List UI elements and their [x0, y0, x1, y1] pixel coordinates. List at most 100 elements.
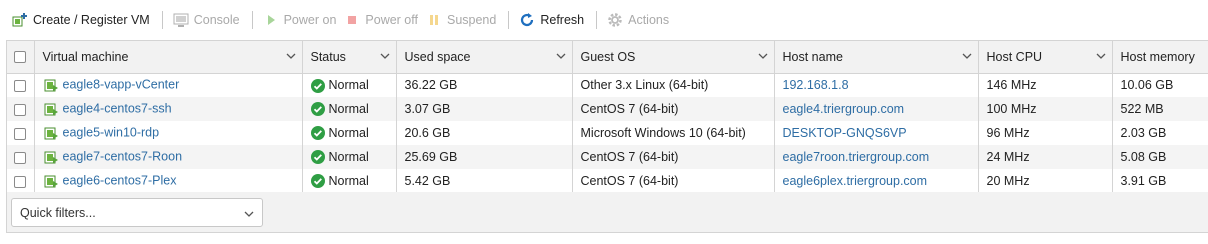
toolbar-divider — [596, 11, 598, 29]
row-checkbox[interactable] — [14, 103, 27, 116]
row-select-cell — [7, 121, 35, 145]
row-checkbox[interactable] — [14, 127, 27, 140]
vm-name-link[interactable]: eagle6-centos7-Plex — [63, 173, 177, 187]
chevron-down-icon — [758, 53, 767, 59]
table-row[interactable]: eagle5-win10-rdp Normal 20.6 GB Microsof… — [7, 121, 1208, 145]
guest-os-cell: CentOS 7 (64-bit) — [572, 97, 775, 121]
host-name-cell: eagle4.triergroup.com — [774, 97, 979, 121]
refresh-button[interactable]: Refresh — [517, 8, 590, 32]
host-memory-cell: 522 MB — [1112, 97, 1208, 121]
chevron-down-icon — [962, 53, 971, 59]
check-circle-icon — [310, 174, 325, 189]
suspend-button[interactable]: Suspend — [424, 8, 502, 32]
vm-icon — [44, 127, 58, 140]
column-header-host-cpu[interactable]: Host CPU — [978, 41, 1113, 74]
used-space-cell: 25.69 GB — [396, 145, 573, 169]
used-space-cell: 5.42 GB — [396, 169, 573, 193]
table-row[interactable]: eagle8-vapp-vCenter Normal 36.22 GB Othe… — [7, 73, 1208, 97]
column-header-host-name[interactable]: Host name — [774, 41, 979, 74]
status-cell: Normal — [302, 97, 397, 121]
vm-icon — [44, 103, 58, 116]
power-on-button[interactable]: Power on — [261, 8, 343, 32]
column-header-guest-os[interactable]: Guest OS — [572, 41, 775, 74]
toolbar-divider — [508, 11, 510, 29]
host-name-cell: eagle6plex.triergroup.com — [774, 169, 979, 193]
row-checkbox[interactable] — [14, 151, 27, 164]
vm-name-link[interactable]: eagle4-centos7-ssh — [63, 101, 172, 115]
used-space-cell: 3.07 GB — [396, 97, 573, 121]
host-cpu-cell: 20 MHz — [978, 169, 1113, 193]
check-circle-icon — [310, 150, 325, 165]
vm-name-cell: eagle8-vapp-vCenter — [34, 73, 303, 97]
host-name-link[interactable]: DESKTOP-GNQS6VP — [783, 126, 907, 140]
vm-name-cell: eagle5-win10-rdp — [34, 121, 303, 145]
host-cpu-cell: 96 MHz — [978, 121, 1113, 145]
console-icon — [173, 12, 189, 28]
column-header-used-space[interactable]: Used space — [396, 41, 573, 74]
host-cpu-cell: 100 MHz — [978, 97, 1113, 121]
actions-button[interactable]: Actions — [605, 8, 675, 32]
status-cell: Normal — [302, 73, 397, 97]
quick-filters-select[interactable]: Quick filters... — [11, 198, 263, 227]
host-name-cell: DESKTOP-GNQS6VP — [774, 121, 979, 145]
vm-name-link[interactable]: eagle7-centos7-Roon — [63, 149, 183, 163]
table-footer: Quick filters... — [6, 192, 1208, 233]
console-button[interactable]: Console — [171, 8, 246, 32]
column-header-status[interactable]: Status — [302, 41, 397, 74]
create-vm-icon — [12, 12, 28, 28]
status-cell: Normal — [302, 121, 397, 145]
vm-name-link[interactable]: eagle5-win10-rdp — [63, 125, 160, 139]
host-memory-cell: 2.03 GB — [1120, 126, 1167, 140]
table-row[interactable]: eagle4-centos7-ssh Normal 3.07 GB CentOS… — [7, 97, 1208, 121]
host-name-link[interactable]: eagle7roon.triergroup.com — [783, 150, 930, 164]
chevron-down-icon — [286, 53, 295, 59]
column-header-host-memory[interactable]: Host memory — [1112, 41, 1208, 74]
row-select-cell — [7, 169, 35, 193]
vm-name-cell: eagle6-centos7-Plex — [34, 169, 303, 193]
status-cell: Normal — [302, 169, 397, 193]
toolbar: Create / Register VM Console Power on Po… — [0, 0, 1208, 40]
vm-table: Virtual machine Status Used space Guest … — [6, 40, 1208, 194]
guest-os-cell: Microsoft Windows 10 (64-bit) — [572, 121, 775, 145]
host-name-link[interactable]: eagle6plex.triergroup.com — [783, 174, 928, 188]
column-header-virtual-machine[interactable]: Virtual machine — [34, 41, 303, 74]
host-name-link[interactable]: 192.168.1.8 — [783, 78, 849, 92]
chevron-down-icon — [380, 53, 389, 59]
vm-name-cell: eagle7-centos7-Roon — [34, 145, 303, 169]
vm-name-cell: eagle4-centos7-ssh — [34, 97, 303, 121]
guest-os-cell: Other 3.x Linux (64-bit) — [572, 73, 775, 97]
play-icon — [263, 12, 279, 28]
select-all-checkbox[interactable] — [14, 51, 27, 64]
row-select-cell — [7, 73, 35, 97]
table-row[interactable]: eagle7-centos7-Roon Normal 25.69 GB Cent… — [7, 145, 1208, 169]
pause-icon — [426, 12, 442, 28]
chevron-down-icon — [1096, 53, 1105, 59]
create-register-vm-button[interactable]: Create / Register VM — [10, 8, 156, 32]
host-name-cell: eagle7roon.triergroup.com — [774, 145, 979, 169]
power-off-button[interactable]: Power off — [342, 8, 424, 32]
check-circle-icon — [310, 78, 325, 93]
host-memory-cell: 3.91 GB — [1120, 174, 1167, 188]
host-name-cell: 192.168.1.8 — [774, 73, 979, 97]
stop-icon — [344, 12, 360, 28]
host-memory-cell: 5.08 GB — [1112, 145, 1208, 169]
check-circle-icon — [310, 102, 325, 117]
host-memory-cell: 10.06 GB — [1120, 78, 1174, 93]
row-checkbox[interactable] — [14, 175, 27, 188]
vm-icon — [44, 151, 58, 164]
host-name-link[interactable]: eagle4.triergroup.com — [783, 102, 905, 116]
vm-icon — [44, 79, 58, 92]
toolbar-divider — [161, 11, 163, 29]
vm-name-link[interactable]: eagle8-vapp-vCenter — [63, 78, 180, 92]
refresh-icon — [519, 12, 535, 28]
table-row[interactable]: eagle6-centos7-Plex Normal 5.42 GB CentO… — [7, 169, 1208, 193]
row-checkbox[interactable] — [14, 79, 27, 92]
guest-os-cell: CentOS 7 (64-bit) — [572, 145, 775, 169]
quick-filters-label: Quick filters... — [20, 205, 96, 220]
check-circle-icon — [310, 126, 325, 141]
row-select-cell — [7, 145, 35, 169]
status-cell: Normal — [302, 145, 397, 169]
host-cpu-cell: 24 MHz — [978, 145, 1113, 169]
table-header-row: Virtual machine Status Used space Guest … — [7, 41, 1208, 74]
chevron-down-icon — [244, 211, 254, 217]
